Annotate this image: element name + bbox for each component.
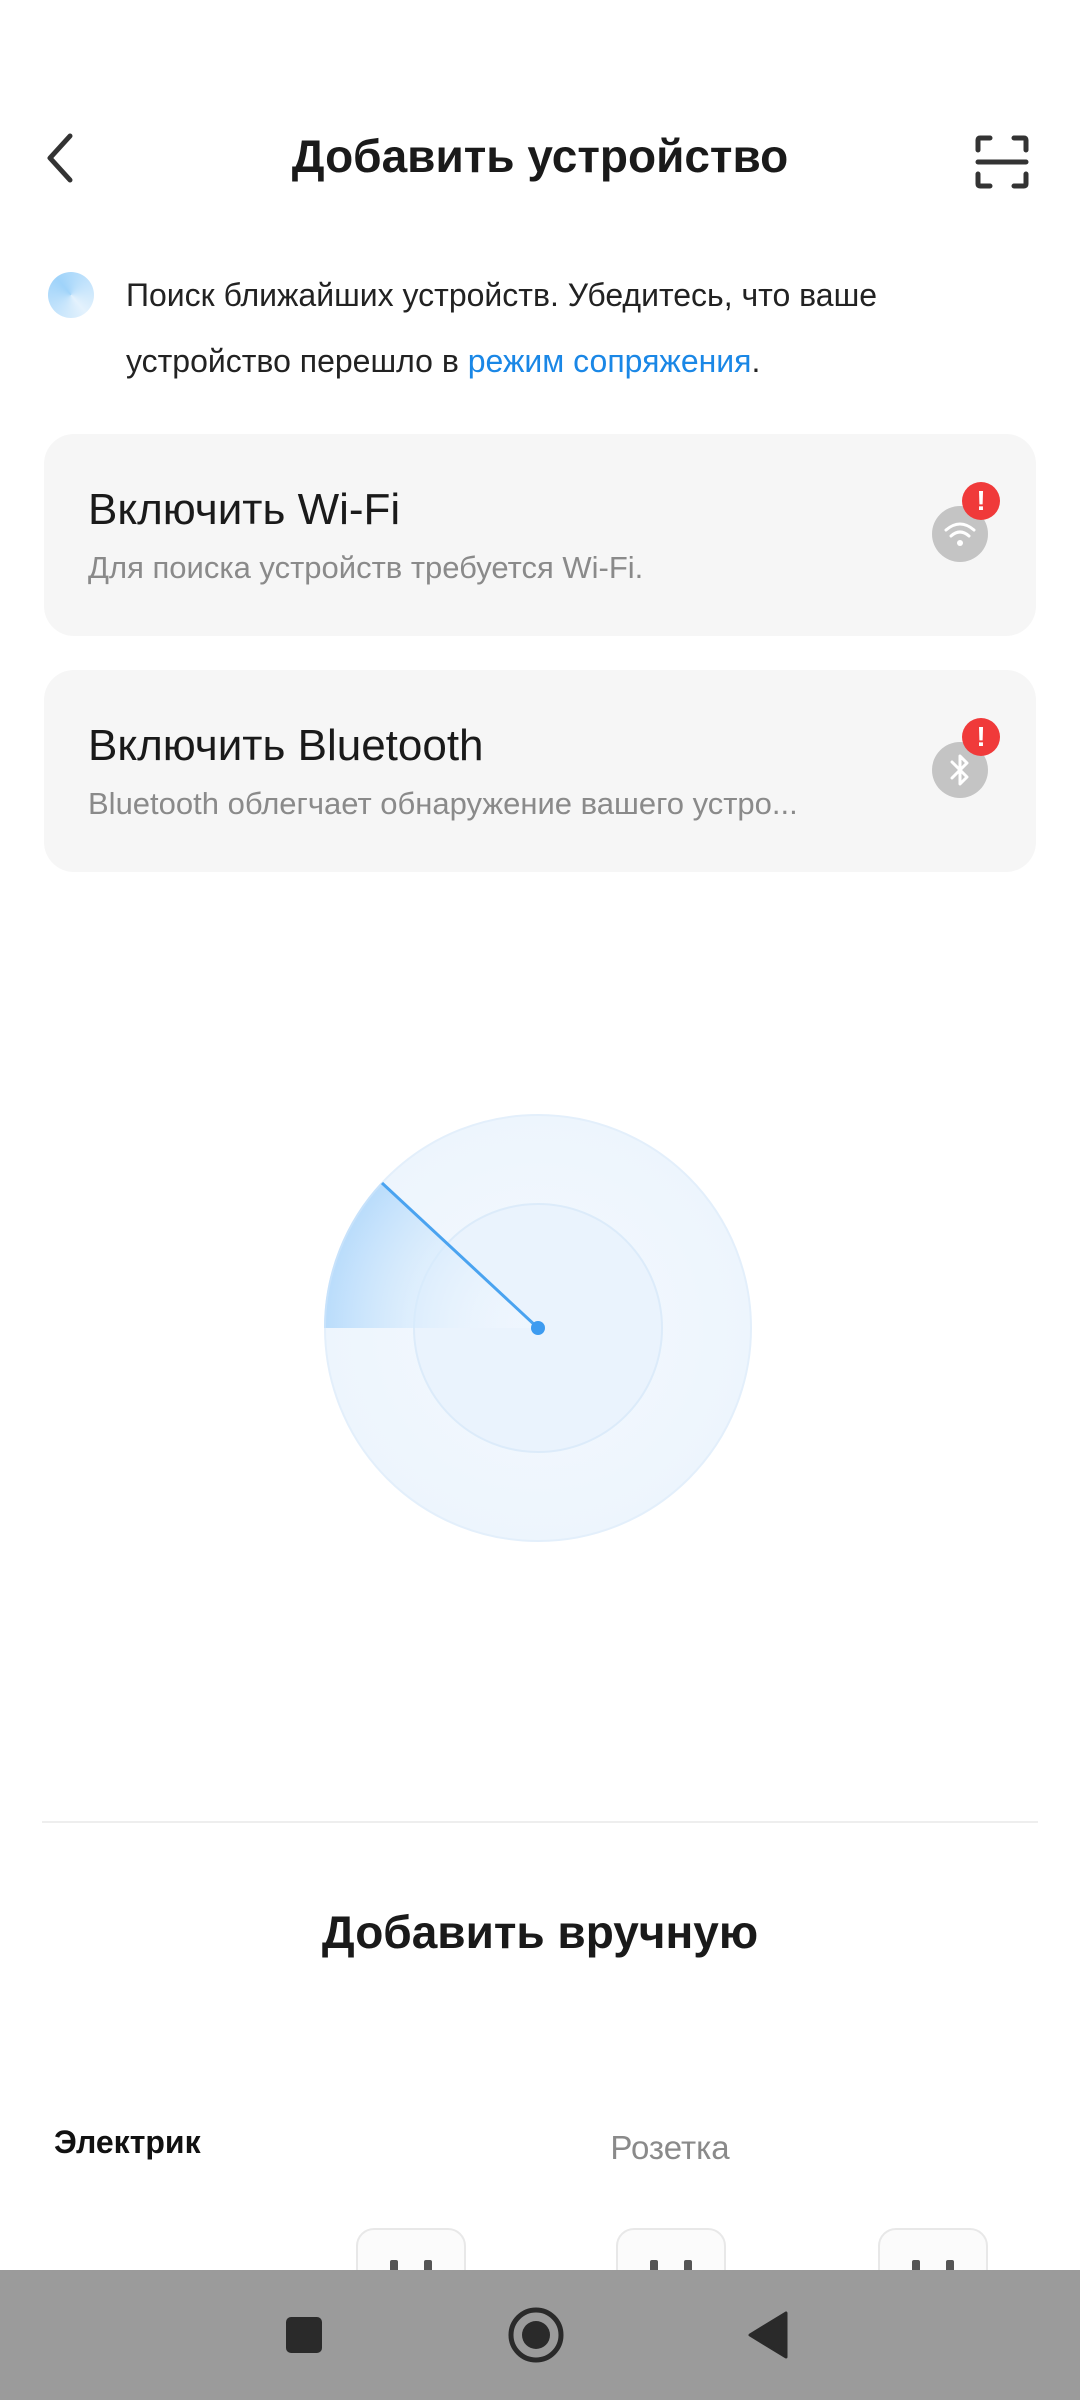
pairing-mode-link[interactable]: режим сопряжения (468, 343, 752, 379)
home-button[interactable] (476, 2270, 596, 2400)
recents-square-icon (286, 2317, 322, 2353)
back-triangle-icon (748, 2311, 788, 2359)
warning-badge: ! (962, 718, 1000, 756)
back-nav-button[interactable] (708, 2270, 828, 2400)
scan-button[interactable] (960, 120, 1044, 204)
card-subtitle: Для поиска устройств требуется Wi-Fi. (88, 550, 644, 585)
add-manually-title: Добавить вручную (321, 1906, 759, 1958)
warning-badge: ! (962, 482, 1000, 520)
radar-center-dot (531, 1321, 545, 1335)
divider (42, 1821, 1038, 1823)
recents-button[interactable] (244, 2270, 364, 2400)
card-title: Включить Wi-Fi (88, 485, 401, 534)
card-title: Включить Bluetooth (88, 721, 484, 770)
hint-text-end: . (751, 343, 761, 379)
page-title: Добавить устройство (291, 130, 789, 182)
system-navigation-bar (0, 2270, 1080, 2400)
category-electric[interactable]: Электрик (54, 2120, 201, 2164)
searching-spinner-icon (48, 272, 94, 318)
subcategory-socket: Розетка (610, 2129, 730, 2166)
scan-frame-icon (975, 135, 1029, 189)
enable-bluetooth-card[interactable]: Включить Bluetooth Bluetooth облегчает о… (44, 670, 1036, 872)
radar-scan-graphic (324, 1114, 752, 1542)
enable-wifi-card[interactable]: Включить Wi-Fi Для поиска устройств треб… (44, 434, 1036, 636)
card-subtitle: Bluetooth облегчает обнаружение вашего у… (88, 786, 798, 821)
home-circle-icon (508, 2307, 564, 2363)
search-hint: Поиск ближайших устройств. Убедитесь, чт… (126, 262, 1026, 394)
